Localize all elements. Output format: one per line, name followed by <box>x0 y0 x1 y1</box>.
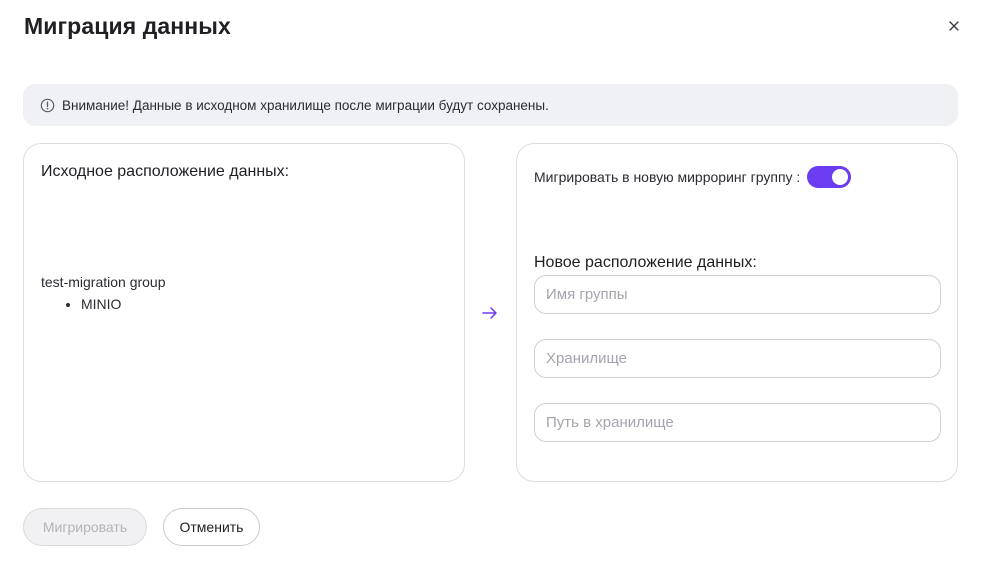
info-alert: Внимание! Данные в исходном хранилище по… <box>23 84 958 126</box>
source-heading: Исходное расположение данных: <box>41 163 290 180</box>
source-group-name: test-migration group <box>41 274 166 290</box>
mirroring-toggle-row: Мигрировать в новую мирроринг группу : <box>534 166 852 188</box>
storage-path-input[interactable] <box>534 403 941 442</box>
storage-input[interactable] <box>534 339 941 378</box>
mirroring-toggle[interactable] <box>807 166 852 188</box>
source-storage-list: MINIO <box>41 294 121 314</box>
close-icon[interactable] <box>944 16 964 36</box>
dialog-title: Миграция данных <box>24 13 231 39</box>
arrow-right-icon <box>481 304 499 322</box>
alert-text: Внимание! Данные в исходном хранилище по… <box>62 97 549 113</box>
toggle-knob <box>832 169 849 185</box>
source-panel: Исходное расположение данных: test-migra… <box>23 143 465 482</box>
list-item: MINIO <box>81 294 121 314</box>
target-heading: Новое расположение данных: <box>534 254 757 271</box>
migrate-button[interactable]: Мигрировать <box>23 508 147 546</box>
migration-dialog: Миграция данных Внимание! Данные в исход… <box>0 0 982 566</box>
mirroring-toggle-label: Мигрировать в новую мирроринг группу : <box>534 169 801 185</box>
group-name-input[interactable] <box>534 275 941 314</box>
target-panel: Мигрировать в новую мирроринг группу : Н… <box>516 143 958 482</box>
info-circle-icon <box>40 98 55 113</box>
cancel-button[interactable]: Отменить <box>163 508 260 546</box>
